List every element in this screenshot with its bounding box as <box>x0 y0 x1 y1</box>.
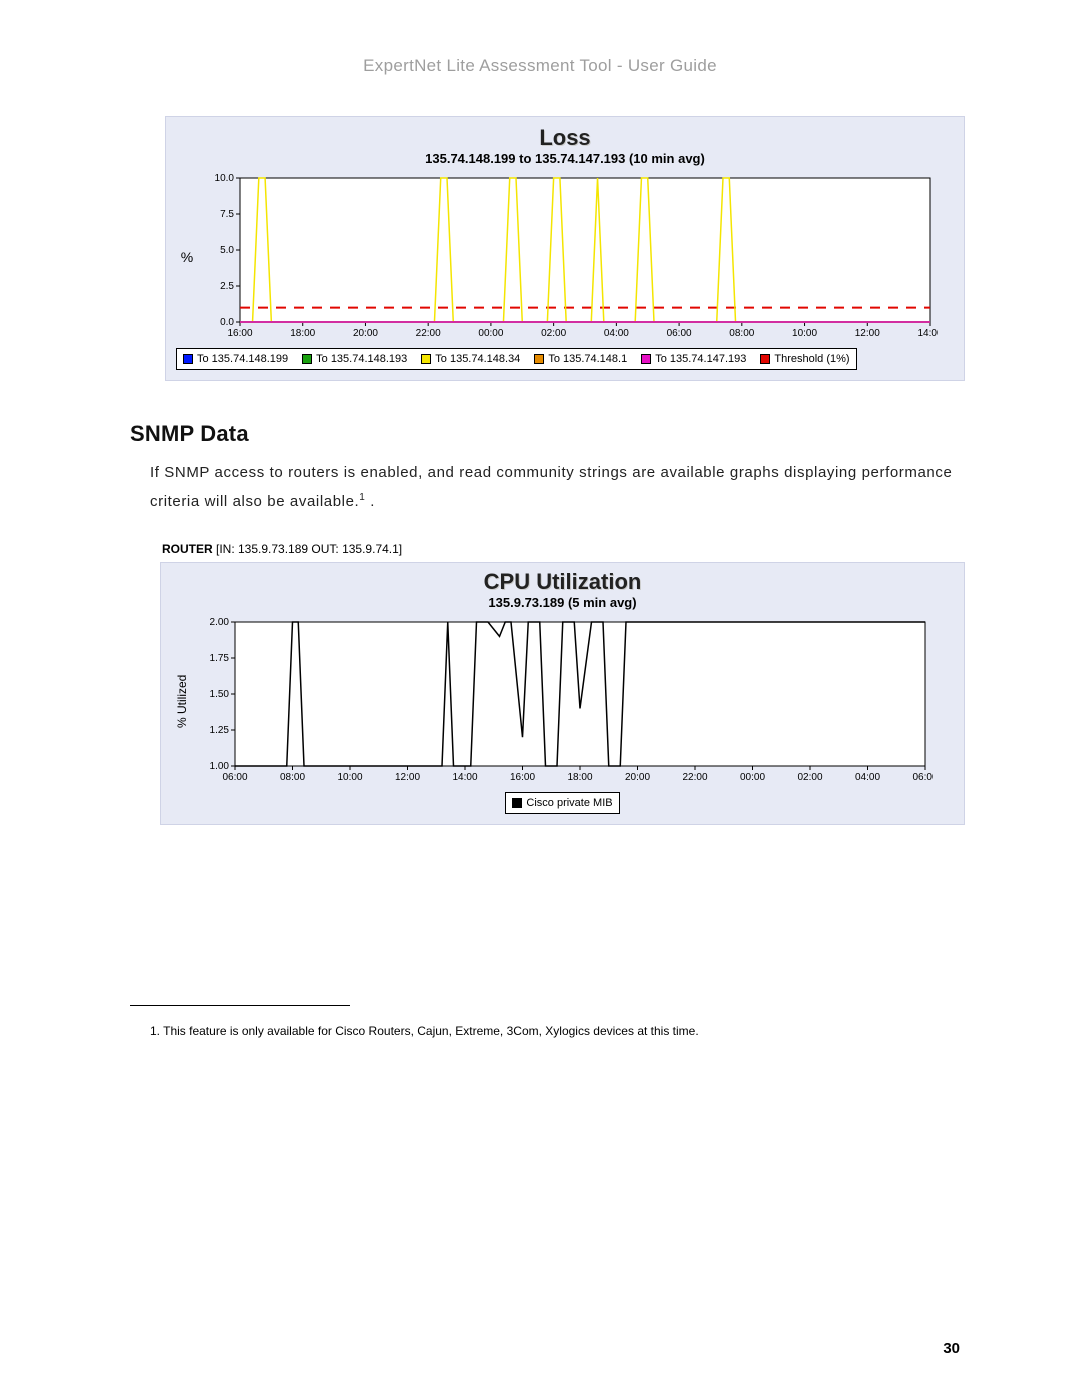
cpu-chart-title: CPU Utilization <box>171 569 954 595</box>
legend-swatch-icon <box>302 354 312 364</box>
loss-chart-title: Loss <box>176 125 954 151</box>
router-text: [IN: 135.9.73.189 OUT: 135.9.74.1] <box>213 542 402 556</box>
svg-text:22:00: 22:00 <box>682 772 707 783</box>
footnote-rule <box>130 1005 350 1006</box>
footnote-marker: 1 <box>359 492 365 503</box>
legend-item: To 135.74.148.199 <box>183 353 288 365</box>
legend-item: Threshold (1%) <box>760 353 849 365</box>
loss-legend: To 135.74.148.199 To 135.74.148.193 To 135… <box>176 348 857 370</box>
legend-swatch-icon <box>534 354 544 364</box>
cpu-plot: 1.00 1.25 1.50 1.75 2.00 06:00 08:00 10:00 12:00… <box>193 616 933 786</box>
svg-text:14:00: 14:00 <box>452 772 477 783</box>
footnote-text: 1. This feature is only available for Ci… <box>150 1024 960 1038</box>
svg-text:18:00: 18:00 <box>290 328 315 339</box>
legend-item: To 135.74.148.34 <box>421 353 520 365</box>
svg-text:22:00: 22:00 <box>416 328 441 339</box>
svg-text:7.5: 7.5 <box>220 209 234 220</box>
svg-text:08:00: 08:00 <box>729 328 754 339</box>
svg-text:06:00: 06:00 <box>912 772 933 783</box>
svg-text:1.50: 1.50 <box>210 689 230 700</box>
svg-text:02:00: 02:00 <box>541 328 566 339</box>
snmp-body-span: If SNMP access to routers is enabled, an… <box>150 464 952 510</box>
legend-label: Cisco private MIB <box>526 797 612 809</box>
legend-item: To 135.74.148.193 <box>302 353 407 365</box>
svg-text:12:00: 12:00 <box>395 772 420 783</box>
legend-swatch-icon <box>760 354 770 364</box>
svg-text:06:00: 06:00 <box>222 772 247 783</box>
legend-label: To 135.74.148.1 <box>548 353 627 365</box>
legend-item: To 135.74.148.1 <box>534 353 627 365</box>
svg-text:1.75: 1.75 <box>210 653 230 664</box>
cpu-chart-subtitle: 135.9.73.189 (5 min avg) <box>171 595 954 610</box>
legend-label: To 135.74.148.34 <box>435 353 520 365</box>
svg-text:06:00: 06:00 <box>667 328 692 339</box>
legend-swatch-icon <box>512 798 522 808</box>
page-number: 30 <box>943 1340 960 1357</box>
legend-label: To 135.74.147.193 <box>655 353 746 365</box>
cpu-legend: Cisco private MIB <box>505 792 619 814</box>
svg-text:0.0: 0.0 <box>220 317 234 328</box>
legend-item: Cisco private MIB <box>512 797 612 809</box>
legend-swatch-icon <box>183 354 193 364</box>
svg-text:20:00: 20:00 <box>353 328 378 339</box>
svg-text:04:00: 04:00 <box>604 328 629 339</box>
legend-item: To 135.74.147.193 <box>641 353 746 365</box>
legend-label: Threshold (1%) <box>774 353 849 365</box>
svg-text:2.00: 2.00 <box>210 617 230 628</box>
svg-text:5.0: 5.0 <box>220 245 234 256</box>
loss-chart-panel: Loss 135.74.148.199 to 135.74.147.193 (1… <box>165 116 965 381</box>
svg-text:00:00: 00:00 <box>740 772 765 783</box>
svg-text:02:00: 02:00 <box>797 772 822 783</box>
legend-label: To 135.74.148.193 <box>316 353 407 365</box>
svg-text:2.5: 2.5 <box>220 281 234 292</box>
svg-text:16:00: 16:00 <box>227 328 252 339</box>
cpu-chart-panel: CPU Utilization 135.9.73.189 (5 min avg)… <box>160 562 965 825</box>
svg-text:08:00: 08:00 <box>280 772 305 783</box>
snmp-section-heading: SNMP Data <box>130 421 1080 447</box>
page-header: ExpertNet Lite Assessment Tool - User Gu… <box>0 0 1080 76</box>
svg-text:10:00: 10:00 <box>337 772 362 783</box>
svg-text:16:00: 16:00 <box>510 772 535 783</box>
router-label: ROUTER <box>162 542 213 556</box>
cpu-y-axis-label: % Utilized <box>171 616 193 786</box>
svg-text:04:00: 04:00 <box>855 772 880 783</box>
snmp-body-text: If SNMP access to routers is enabled, an… <box>150 459 960 516</box>
loss-plot: 0.0 2.5 5.0 7.5 10.0 16:00 18:00 20:00 22:00 00:0… <box>198 172 938 342</box>
legend-label: To 135.74.148.199 <box>197 353 288 365</box>
loss-y-axis-label: % <box>176 172 198 342</box>
legend-swatch-icon <box>421 354 431 364</box>
svg-text:10:00: 10:00 <box>792 328 817 339</box>
svg-text:14:00: 14:00 <box>917 328 938 339</box>
svg-text:18:00: 18:00 <box>567 772 592 783</box>
svg-text:10.0: 10.0 <box>215 173 235 184</box>
svg-text:20:00: 20:00 <box>625 772 650 783</box>
svg-text:12:00: 12:00 <box>855 328 880 339</box>
svg-text:00:00: 00:00 <box>478 328 503 339</box>
loss-chart-subtitle: 135.74.148.199 to 135.74.147.193 (10 min… <box>176 151 954 166</box>
legend-swatch-icon <box>641 354 651 364</box>
svg-text:1.00: 1.00 <box>210 761 230 772</box>
svg-text:1.25: 1.25 <box>210 725 230 736</box>
router-line: ROUTER [IN: 135.9.73.189 OUT: 135.9.74.1… <box>162 542 1080 556</box>
